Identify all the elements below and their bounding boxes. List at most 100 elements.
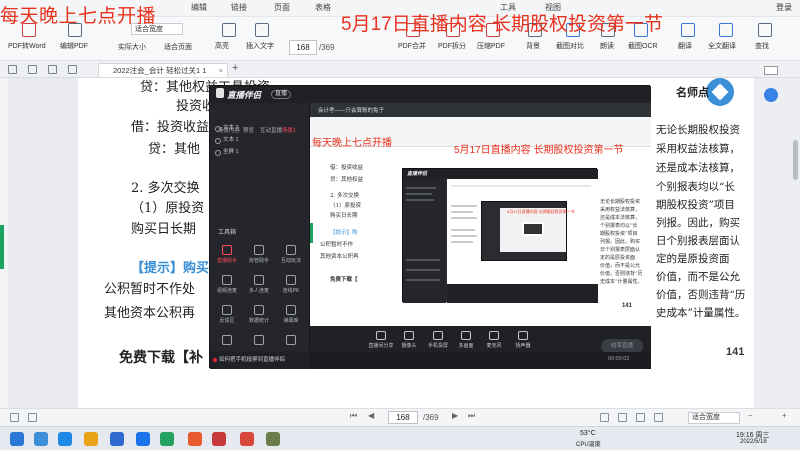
full-translate-button[interactable]: 全文翻译 — [708, 41, 736, 51]
tool-item[interactable]: 房管助手 — [244, 245, 274, 264]
open-icon[interactable] — [28, 65, 37, 74]
mail-icon[interactable] — [58, 432, 72, 446]
insert-text-button[interactable]: 插入文字 — [246, 41, 274, 51]
highlight-icon — [222, 23, 236, 37]
sidebar-handle[interactable] — [0, 225, 4, 269]
read-aloud-button[interactable]: 朗读 — [600, 41, 614, 51]
layer-item[interactable]: 文本 1 — [214, 135, 304, 145]
login-link[interactable]: 登录 — [776, 2, 792, 13]
doc-line: （1）原投资 — [131, 201, 205, 216]
menu-edit[interactable]: 编辑 — [191, 2, 207, 13]
app-icon[interactable] — [136, 432, 150, 446]
preview-line: （1）原投资 — [330, 203, 361, 209]
document-tab[interactable]: 2022注会_会计 轻松过关1 1 × — [98, 63, 228, 77]
pdf-to-word-button[interactable]: PDF转Word — [8, 41, 46, 51]
live-stream-window: 直播伴侣 直播 场景内容 预览 互动直播 场景1 文本 2 文本 1 全屏 1 … — [209, 85, 651, 369]
tool-item[interactable] — [244, 335, 274, 347]
last-page-icon[interactable]: ⏭ — [468, 411, 475, 421]
menu-page[interactable]: 页面 — [274, 2, 290, 13]
tool-item[interactable] — [212, 335, 242, 347]
stream-logo-icon — [216, 88, 224, 98]
page-input[interactable]: 168 — [289, 40, 317, 55]
tool-item[interactable]: 视频连麦 — [212, 275, 242, 294]
thumbnail-icon[interactable] — [10, 413, 19, 422]
edge-icon[interactable] — [34, 432, 48, 446]
stream-title-bar: 直播伴侣 直播 — [210, 86, 651, 103]
background-button[interactable]: 背景 — [526, 41, 540, 51]
tool-item[interactable]: 多人连麦 — [244, 275, 274, 294]
file-explorer-icon[interactable] — [84, 432, 98, 446]
pdf-merge-button[interactable]: PDF合并 — [398, 41, 426, 51]
ocr-button[interactable]: 截图OCR — [628, 41, 658, 51]
next-page-icon[interactable]: ▶ — [452, 411, 458, 420]
status-zoom-select[interactable]: 适合宽度 — [688, 412, 740, 424]
pdf-reader-icon[interactable] — [188, 432, 202, 446]
compress-pdf-button[interactable]: 压缩PDF — [477, 41, 505, 51]
actual-size-button[interactable]: 实际大小 — [118, 42, 146, 52]
tool-item[interactable]: 反馈区 — [212, 305, 242, 324]
temperature-value: 53°C — [580, 430, 596, 437]
edit-pdf-button[interactable]: 编辑PDF — [60, 41, 88, 51]
multi-view-button[interactable]: 多画面 — [451, 331, 481, 349]
undo-icon[interactable] — [68, 65, 77, 74]
tool-item[interactable]: 连线PK — [276, 275, 306, 294]
tool-item[interactable] — [276, 335, 306, 347]
layer-item[interactable]: 文本 2 — [214, 123, 304, 133]
search-icon — [758, 23, 772, 37]
app-icon[interactable] — [212, 432, 226, 446]
share-button[interactable]: 直播间分享 — [366, 331, 396, 349]
minimize-panel-button[interactable] — [764, 66, 778, 75]
fit-page-button[interactable]: 适合页面 — [164, 42, 192, 52]
download-link[interactable]: 免费下载【补 — [119, 347, 203, 367]
teacher-note-title: 名师点 — [676, 87, 709, 99]
phone-cast-button[interactable]: 手机投屏 — [423, 331, 453, 349]
translate-button[interactable]: 翻译 — [678, 41, 692, 51]
new-tab-button[interactable]: + — [232, 62, 238, 74]
app-icon[interactable] — [160, 432, 174, 446]
zoom-out-icon[interactable]: − — [748, 411, 753, 420]
save-icon[interactable] — [48, 65, 57, 74]
continuous-icon[interactable] — [636, 413, 645, 422]
doc-line: 其他资本公积再 — [104, 306, 196, 321]
doc-line: 借：投资收益 — [131, 120, 210, 135]
layer-item[interactable]: 全屏 1 — [214, 147, 304, 157]
nested-sidebar — [403, 179, 446, 303]
status-page-input[interactable]: 168 — [388, 411, 418, 424]
menu-table[interactable]: 表格 — [315, 2, 331, 13]
app-icon[interactable] — [110, 432, 124, 446]
assistant-icon[interactable] — [764, 88, 778, 102]
translate-icon — [681, 23, 695, 37]
scrollbar-thumb[interactable] — [793, 140, 798, 180]
menu-link[interactable]: 链接 — [231, 2, 247, 13]
app-icon[interactable] — [266, 432, 280, 446]
speaker-button[interactable]: 扬声器 — [508, 331, 538, 349]
highlight-button[interactable]: 高亮 — [215, 41, 229, 51]
screencast-tip[interactable]: 如何把手机投屏到直播伴侣 — [210, 351, 310, 369]
single-page-icon[interactable] — [600, 413, 609, 422]
tool-item[interactable]: 数据统计 — [244, 305, 274, 324]
double-page-icon[interactable] — [618, 413, 627, 422]
preview-note: 无论长期股权投资 采用权益法核算， 还是成本法核算， 个别报表均以“长 期股权投… — [600, 199, 643, 285]
screen: 编辑 链接 页面 表格 工具 视图 登录 PDF转Word 编辑PDF 适合宽度… — [0, 0, 800, 450]
tool-item[interactable]: 互动玩法 — [276, 245, 306, 264]
app-icon[interactable] — [240, 432, 254, 446]
zoom-in-icon[interactable]: + — [782, 411, 787, 420]
preview-overlay-left: 每天晚上七点开播 — [312, 138, 392, 149]
bookmark-icon[interactable] — [28, 413, 37, 422]
windows-start-icon[interactable] — [10, 432, 24, 446]
search-button[interactable]: 查找 — [755, 41, 769, 51]
end-stream-button[interactable]: 结束直播 — [601, 339, 643, 353]
home-icon[interactable] — [8, 65, 17, 74]
tool-item[interactable]: 直播助手 — [212, 245, 242, 264]
fullscreen-icon[interactable] — [654, 413, 663, 422]
first-page-icon[interactable]: ⏮ — [350, 411, 357, 421]
stream-timer: 00:00:02 — [608, 356, 630, 362]
pdf-split-button[interactable]: PDF拆分 — [438, 41, 466, 51]
insert-text-icon — [255, 23, 269, 37]
microphone-button[interactable]: 麦克风 — [479, 331, 509, 349]
capture-compare-button[interactable]: 截图对比 — [556, 41, 584, 51]
nested-overlay: 5月17日直播内容 长期股权投资第一节 — [507, 209, 575, 214]
prev-page-icon[interactable]: ◀ — [368, 411, 374, 420]
tool-item[interactable]: 弹幕库 — [276, 305, 306, 324]
camera-button[interactable]: 摄像头 — [394, 331, 424, 349]
